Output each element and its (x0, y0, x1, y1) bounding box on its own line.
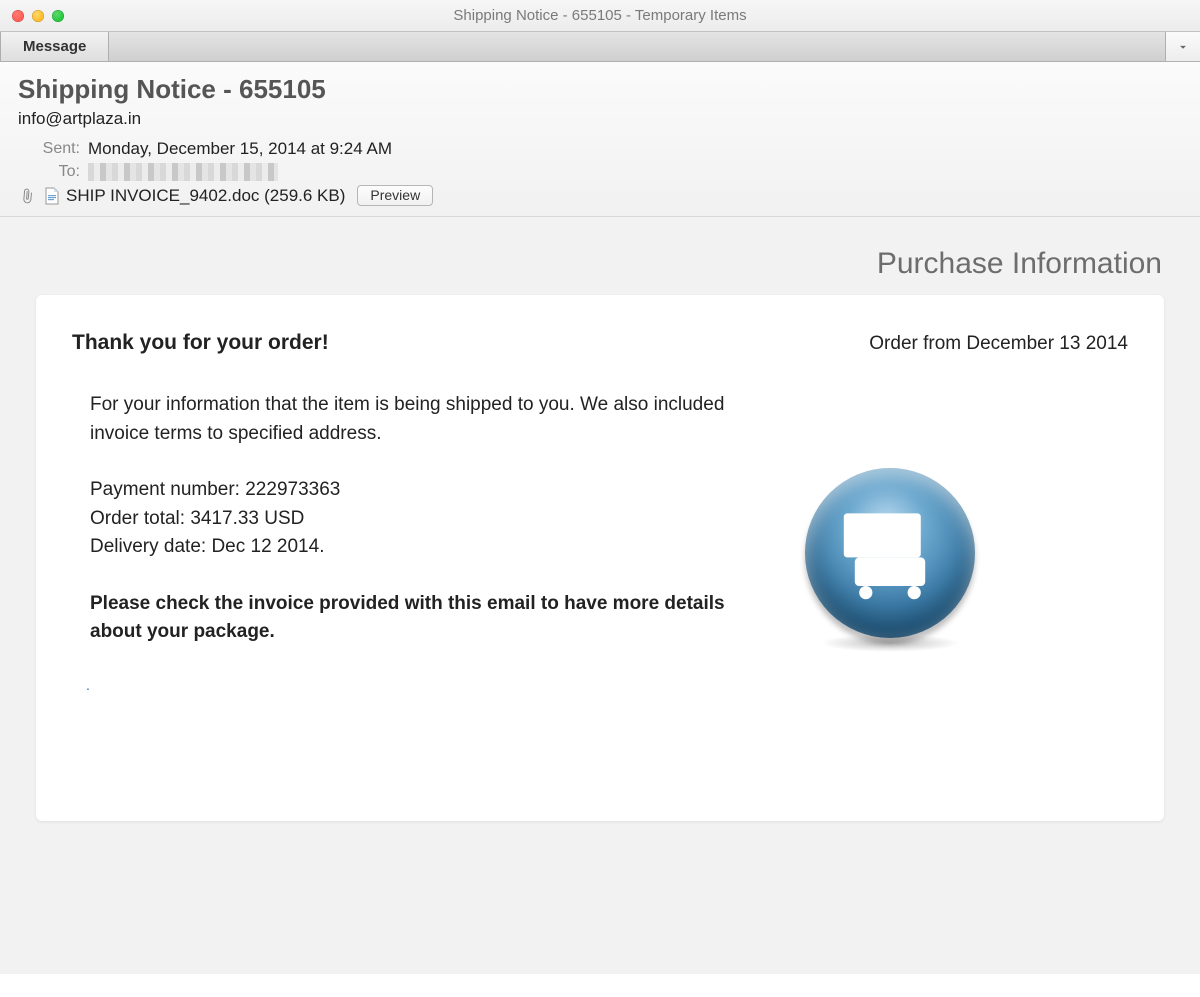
attachment-name: SHIP INVOICE_9402.doc (259.6 KB) (66, 186, 345, 206)
truck-illustration (790, 411, 990, 696)
meta-to-redacted (88, 163, 278, 181)
purchase-card: Thank you for your order! Order from Dec… (36, 295, 1164, 821)
chevron-down-icon (1176, 40, 1190, 54)
meta-sent-row: Sent: Monday, December 15, 2014 at 9:24 … (18, 139, 1182, 159)
delivery-date: Delivery date: Dec 12 2014. (90, 533, 750, 562)
attachment-link[interactable]: SHIP INVOICE_9402.doc (259.6 KB) (44, 186, 345, 206)
cta-text: Please check the invoice provided with t… (90, 590, 750, 647)
message-from: info@artplaza.in (18, 109, 1182, 129)
window-titlebar: Shipping Notice - 655105 - Temporary Ite… (0, 0, 1200, 32)
meta-to-label: To: (18, 163, 80, 181)
meta-sent-label: Sent: (18, 140, 80, 158)
toolbar-more-button[interactable] (1165, 32, 1200, 61)
message-header: Shipping Notice - 655105 info@artplaza.i… (0, 62, 1200, 217)
toolbar-spacer (109, 32, 1165, 61)
tiny-dot: . (86, 675, 750, 696)
payment-number: Payment number: 222973363 (90, 476, 750, 505)
order-total: Order total: 3417.33 USD (90, 505, 750, 534)
truck-icon (805, 468, 975, 638)
tab-message[interactable]: Message (0, 32, 109, 61)
tab-message-label: Message (23, 38, 86, 55)
window-title: Shipping Notice - 655105 - Temporary Ite… (0, 7, 1200, 24)
purchase-information-title: Purchase Information (36, 247, 1162, 281)
message-subject: Shipping Notice - 655105 (18, 74, 1182, 105)
meta-attachment-row: SHIP INVOICE_9402.doc (259.6 KB) Preview (18, 185, 1182, 206)
paperclip-icon (18, 188, 36, 204)
message-body: Purchase Information Thank you for your … (0, 217, 1200, 974)
toolbar: Message (0, 32, 1200, 62)
meta-sent-value: Monday, December 15, 2014 at 9:24 AM (88, 139, 392, 159)
purchase-text: For your information that the item is be… (72, 391, 750, 696)
document-icon (44, 187, 60, 205)
meta-to-row: To: (18, 163, 1182, 181)
order-from-date: Order from December 13 2014 (869, 333, 1128, 355)
preview-button[interactable]: Preview (357, 185, 433, 206)
intro-text: For your information that the item is be… (90, 391, 750, 448)
thank-you-heading: Thank you for your order! (72, 331, 329, 355)
